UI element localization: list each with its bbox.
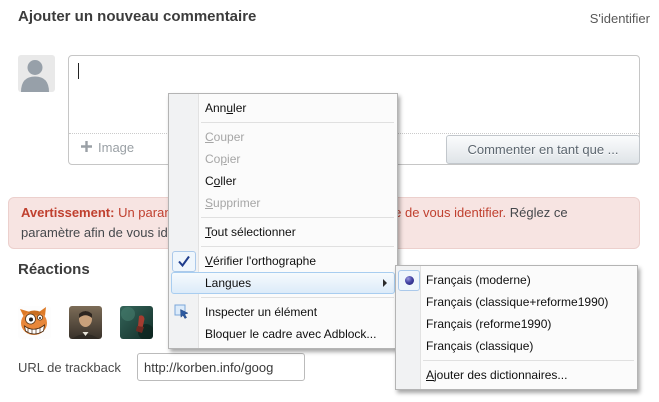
trackback-label: URL de trackback (18, 360, 121, 375)
context-menu-item-verifier-l-orthographe[interactable]: Vérifier l'orthographe (169, 250, 397, 272)
context-menu-item-supprimer: Supprimer (169, 192, 397, 214)
text-cursor (78, 63, 79, 79)
image-button[interactable]: Image (81, 140, 134, 155)
menu-separator (201, 217, 394, 218)
context-menu-item-tout-selectionner[interactable]: Tout sélectionner (169, 221, 397, 243)
language-submenu-item-francais-classique-reforme1990[interactable]: Français (classique+reforme1990) (396, 291, 637, 313)
inspector-icon (174, 304, 190, 320)
menu-item-label: Français (classique+reforme1990) (426, 295, 608, 309)
menu-item-label: Coller (205, 174, 236, 188)
context-menu-item-coller[interactable]: Coller (169, 170, 397, 192)
context-menu-item-copier: Copier (169, 148, 397, 170)
menu-item-label: Langues (205, 276, 251, 290)
image-button-label: Image (98, 140, 134, 155)
radio-icon (398, 270, 420, 291)
context-menu-item-bloquer-le-cadre-avec-adblock[interactable]: Bloquer le cadre avec Adblock... (169, 323, 397, 345)
language-submenu: Français (moderne) Français (classique+re… (395, 265, 638, 390)
orange-cat-avatar[interactable] (18, 306, 51, 339)
warning-prefix: Avertissement: (21, 205, 114, 220)
plus-icon (81, 140, 92, 155)
menu-item-label: Copier (205, 152, 240, 166)
language-submenu-item-francais-reforme1990[interactable]: Français (reforme1990) (396, 313, 637, 335)
comment-as-button[interactable]: Commenter en tant que ... (446, 135, 640, 164)
context-menu-item-couper: Couper (169, 126, 397, 148)
language-submenu-item-francais-classique[interactable]: Français (classique) (396, 335, 637, 357)
context-menu-item-langues[interactable]: Langues (171, 272, 395, 294)
person-silhouette-icon (18, 79, 55, 92)
menu-separator (201, 122, 394, 123)
menu-item-label: Couper (205, 130, 244, 144)
checkmark-icon (172, 251, 196, 272)
menu-item-label: Bloquer le cadre avec Adblock... (205, 327, 376, 341)
fantasy-art-avatar[interactable] (120, 306, 153, 339)
reactions-title: Réactions (18, 261, 90, 278)
menu-separator (201, 297, 394, 298)
menu-item-label: Français (classique) (426, 339, 533, 353)
menu-item-label: Annuler (205, 101, 246, 115)
signin-link[interactable]: S'identifier (590, 11, 650, 26)
context-menu-item-inspecter-un-element[interactable]: Inspecter un élément (169, 301, 397, 323)
menu-separator (423, 360, 634, 361)
context-menu-item-annuler[interactable]: Annuler (169, 97, 397, 119)
menu-separator (201, 246, 394, 247)
menu-item-label: Inspecter un élément (205, 305, 317, 319)
reactions-avatars (18, 306, 153, 339)
language-submenu-item-ajouter-des-dictionnaires[interactable]: Ajouter des dictionnaires... (396, 364, 637, 386)
menu-item-label: Supprimer (205, 196, 260, 210)
avatar-placeholder (18, 55, 55, 92)
menu-item-label: Français (moderne) (426, 273, 531, 287)
menu-item-label: Tout sélectionner (205, 225, 296, 239)
context-menu: Annuler Couper Copier Coller Supprimer Tout s… (168, 93, 398, 349)
trackback-input[interactable] (137, 353, 305, 381)
language-submenu-item-francais-moderne[interactable]: Français (moderne) (396, 269, 637, 291)
submenu-arrow-icon (383, 279, 387, 287)
page-title: Ajouter un nouveau commentaire (18, 8, 256, 25)
menu-item-label: Français (reforme1990) (426, 317, 551, 331)
menu-item-label: Ajouter des dictionnaires... (426, 368, 567, 382)
menu-item-label: Vérifier l'orthographe (205, 254, 316, 268)
portrait-photo-avatar[interactable] (69, 306, 102, 339)
